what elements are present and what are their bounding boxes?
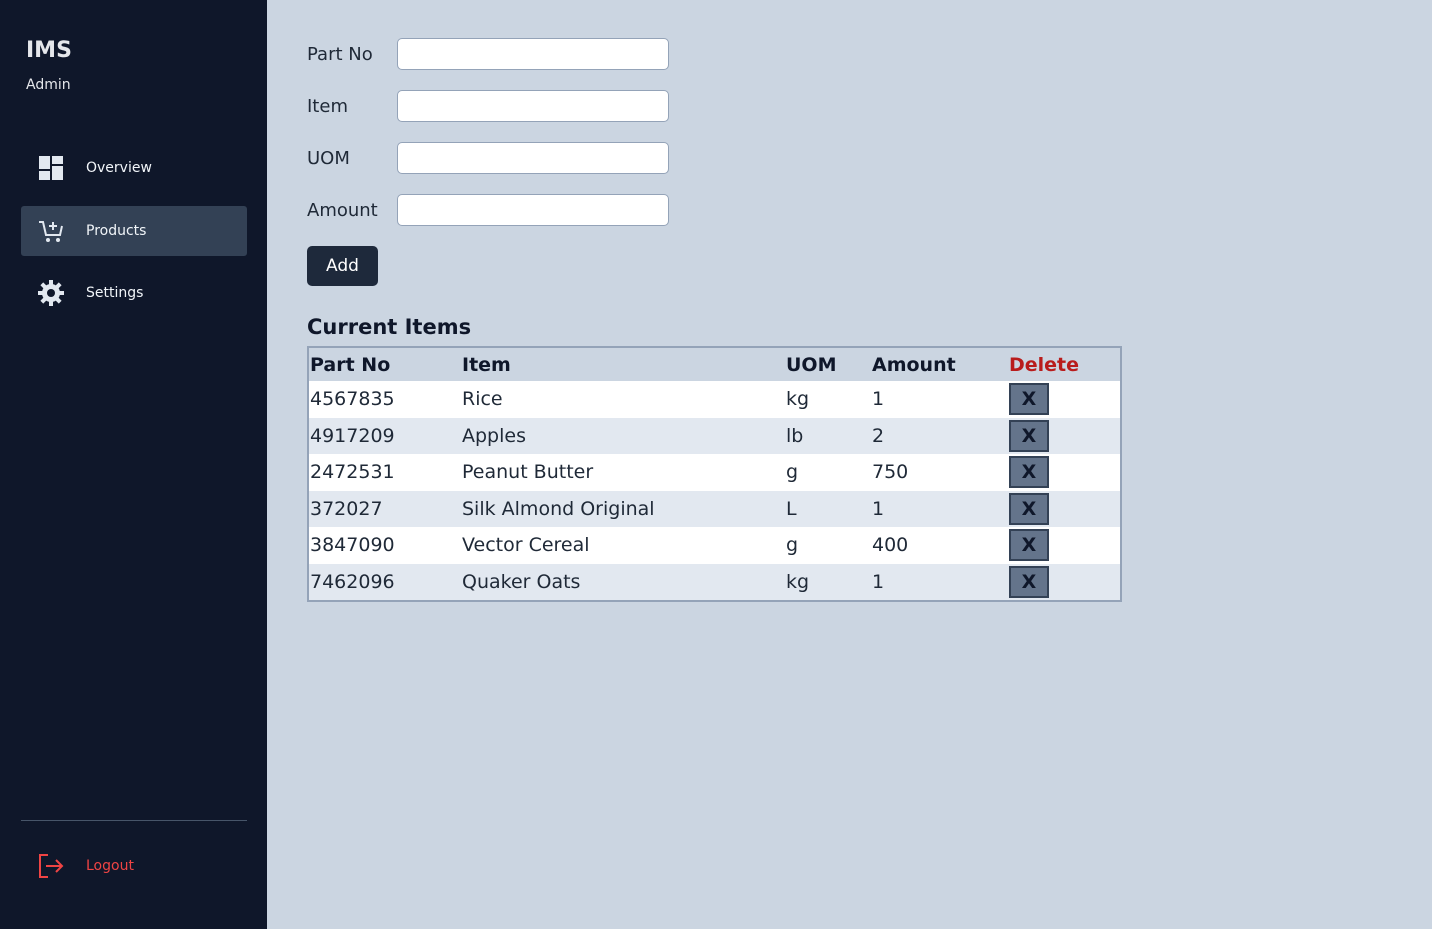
cart-add-icon bbox=[37, 217, 65, 245]
cell-part-no: 372027 bbox=[309, 490, 461, 527]
header-delete: Delete bbox=[1008, 348, 1120, 381]
cell-uom: g bbox=[785, 454, 871, 491]
cell-amount: 1 bbox=[871, 381, 1008, 418]
items-table: Part No Item UOM Amount Delete 4567835 R… bbox=[307, 346, 1122, 602]
delete-row-button[interactable]: X bbox=[1009, 565, 1049, 598]
cell-amount: 2 bbox=[871, 417, 1008, 454]
cell-delete: X bbox=[1008, 417, 1120, 454]
cell-uom: L bbox=[785, 490, 871, 527]
sidebar: IMS Admin Overview Products Settings Log… bbox=[0, 0, 267, 929]
table-row: 7462096 Quaker Oats kg 1 X bbox=[309, 563, 1120, 600]
sidebar-item-label: Settings bbox=[86, 285, 144, 301]
cell-item: Vector Cereal bbox=[461, 527, 785, 564]
user-role: Admin bbox=[26, 77, 71, 93]
logout-icon bbox=[37, 852, 65, 880]
item-row: Item bbox=[307, 90, 669, 122]
table-row: 4917209 Apples lb 2 X bbox=[309, 417, 1120, 454]
cell-part-no: 3847090 bbox=[309, 527, 461, 564]
cell-item: Silk Almond Original bbox=[461, 490, 785, 527]
sidebar-item-products[interactable]: Products bbox=[21, 206, 247, 256]
cell-uom: lb bbox=[785, 417, 871, 454]
cell-item: Peanut Butter bbox=[461, 454, 785, 491]
current-items-title: Current Items bbox=[307, 315, 472, 339]
delete-row-button[interactable]: X bbox=[1009, 492, 1049, 525]
cell-delete: X bbox=[1008, 527, 1120, 564]
cell-amount: 750 bbox=[871, 454, 1008, 491]
part-no-input[interactable] bbox=[397, 38, 669, 70]
cell-uom: kg bbox=[785, 563, 871, 600]
cell-delete: X bbox=[1008, 381, 1120, 418]
uom-input[interactable] bbox=[397, 142, 669, 174]
uom-label: UOM bbox=[307, 147, 350, 169]
cell-item: Quaker Oats bbox=[461, 563, 785, 600]
cell-item: Rice bbox=[461, 381, 785, 418]
delete-row-button[interactable]: X bbox=[1009, 529, 1049, 562]
dashboard-icon bbox=[37, 154, 65, 182]
part-no-row: Part No bbox=[307, 38, 669, 70]
cell-part-no: 7462096 bbox=[309, 563, 461, 600]
add-button[interactable]: Add bbox=[307, 246, 378, 286]
logout-button[interactable]: Logout bbox=[21, 841, 247, 891]
header-part-no: Part No bbox=[309, 348, 461, 381]
table-header-row: Part No Item UOM Amount Delete bbox=[309, 348, 1120, 381]
cell-item: Apples bbox=[461, 417, 785, 454]
item-input[interactable] bbox=[397, 90, 669, 122]
cell-delete: X bbox=[1008, 490, 1120, 527]
sidebar-item-settings[interactable]: Settings bbox=[21, 268, 247, 318]
table-row: 3847090 Vector Cereal g 400 X bbox=[309, 527, 1120, 564]
amount-input[interactable] bbox=[397, 194, 669, 226]
delete-row-button[interactable]: X bbox=[1009, 383, 1049, 416]
header-amount: Amount bbox=[871, 348, 1008, 381]
cell-amount: 1 bbox=[871, 563, 1008, 600]
part-no-label: Part No bbox=[307, 43, 373, 65]
cell-part-no: 4917209 bbox=[309, 417, 461, 454]
amount-row: Amount bbox=[307, 194, 669, 226]
app-brand: IMS bbox=[26, 38, 72, 63]
sidebar-item-overview[interactable]: Overview bbox=[21, 143, 247, 193]
cell-delete: X bbox=[1008, 454, 1120, 491]
table-row: 4567835 Rice kg 1 X bbox=[309, 381, 1120, 418]
uom-row: UOM bbox=[307, 142, 669, 174]
table-row: 372027 Silk Almond Original L 1 X bbox=[309, 490, 1120, 527]
cell-delete: X bbox=[1008, 563, 1120, 600]
delete-row-button[interactable]: X bbox=[1009, 419, 1049, 452]
cell-part-no: 2472531 bbox=[309, 454, 461, 491]
cell-amount: 400 bbox=[871, 527, 1008, 564]
amount-label: Amount bbox=[307, 199, 378, 221]
delete-row-button[interactable]: X bbox=[1009, 456, 1049, 489]
sidebar-item-label: Overview bbox=[86, 160, 152, 176]
cell-part-no: 4567835 bbox=[309, 381, 461, 418]
gear-icon bbox=[37, 279, 65, 307]
table-row: 2472531 Peanut Butter g 750 X bbox=[309, 454, 1120, 491]
header-uom: UOM bbox=[785, 348, 871, 381]
cell-uom: kg bbox=[785, 381, 871, 418]
item-label: Item bbox=[307, 95, 348, 117]
header-item: Item bbox=[461, 348, 785, 381]
cell-uom: g bbox=[785, 527, 871, 564]
logout-label: Logout bbox=[86, 858, 134, 874]
main-content: Part No Item UOM Amount Add Current Item… bbox=[267, 0, 1432, 929]
sidebar-divider bbox=[21, 820, 247, 821]
cell-amount: 1 bbox=[871, 490, 1008, 527]
sidebar-item-label: Products bbox=[86, 223, 147, 239]
